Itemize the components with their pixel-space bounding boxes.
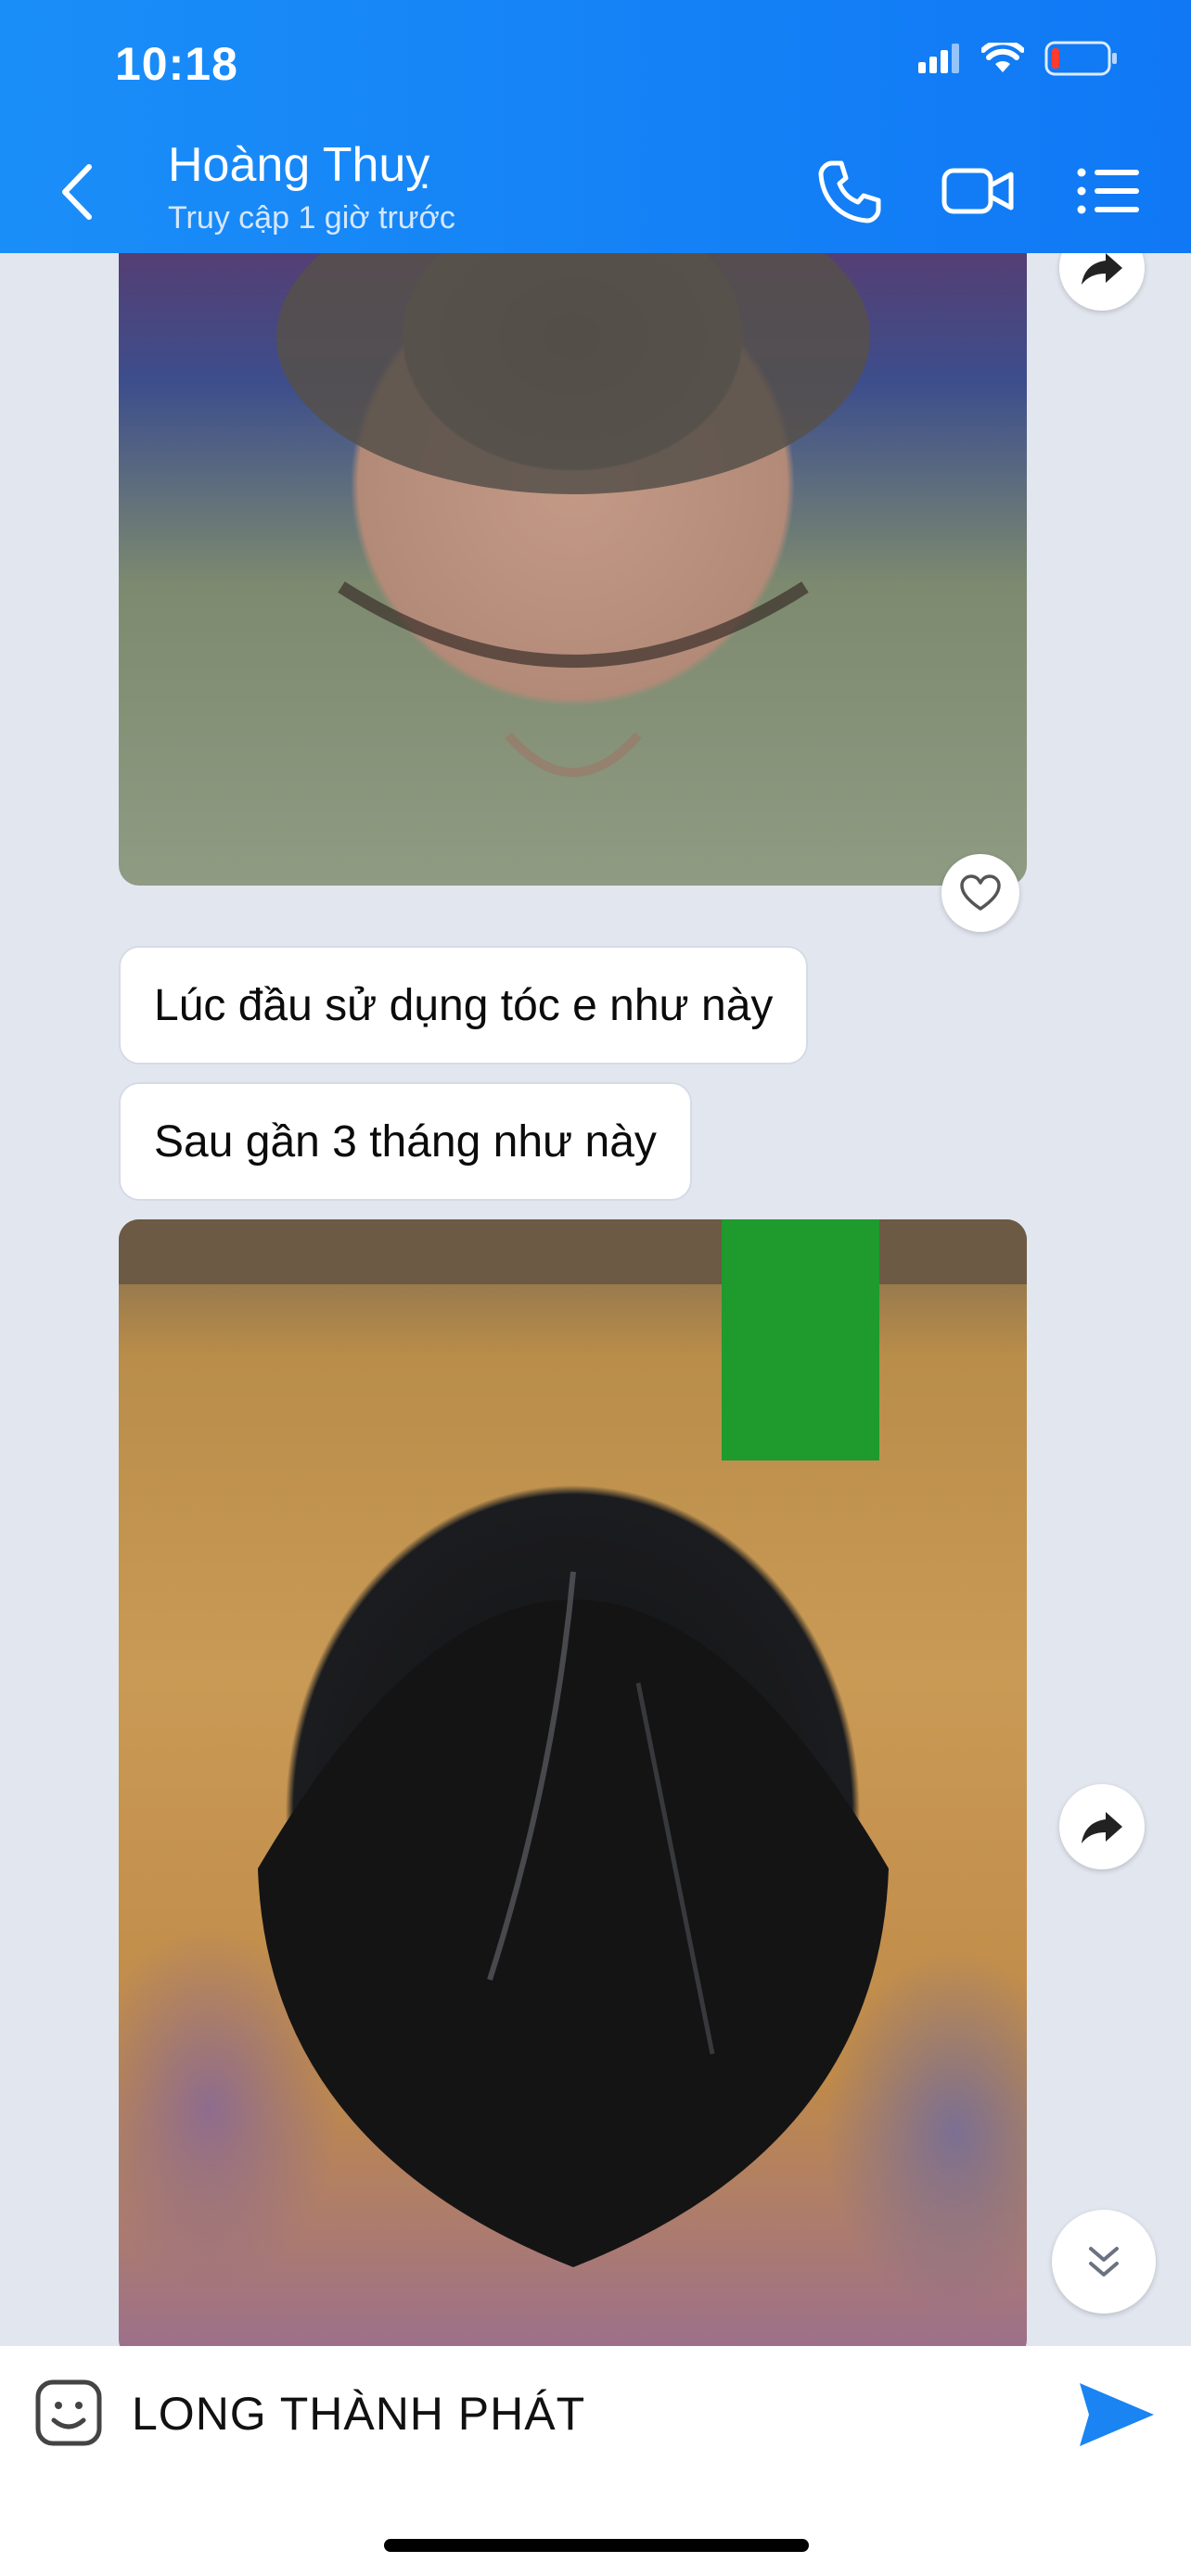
double-chevron-down-icon [1089,2247,1119,2276]
message-text-1: Lúc đầu sử dụng tóc e như này [154,980,774,1030]
message-text-2: Sau gần 3 tháng như này [154,1116,657,1167]
share-button-1[interactable] [1059,253,1145,311]
battery-low-icon [1044,41,1117,76]
react-heart-button[interactable] [941,854,1019,932]
photo-before-illustration [276,253,870,777]
scroll-to-bottom-button[interactable] [1052,2210,1156,2314]
share-icon [1082,1812,1122,1843]
chat-header: 10:18 Hoàng Thuỵ Truy cập 1 giờ trước [0,0,1191,253]
message-text-bubble-1[interactable]: Lúc đầu sử dụng tóc e như này [119,946,809,1065]
message-text-bubble-2[interactable]: Sau gần 3 tháng như này [119,1082,692,1201]
status-time: 10:18 [115,38,238,90]
cellular-signal-icon [918,44,959,73]
heart-icon [960,874,1001,911]
message-photo-after[interactable] [119,1219,1027,2346]
share-button-2[interactable] [1059,1784,1145,1869]
contact-name[interactable]: Hoàng Thuỵ [168,137,429,193]
chat-message-list[interactable]: Lúc đầu sử dụng tóc e như này Sau gần 3 … [0,253,1191,2346]
phone-call-icon[interactable] [812,154,886,228]
video-call-icon[interactable] [941,154,1015,228]
send-icon[interactable] [1076,2379,1158,2450]
home-indicator[interactable] [384,2539,809,2552]
sticker-emoji-icon[interactable] [33,2378,104,2448]
back-arrow-icon[interactable] [54,159,100,224]
share-icon [1082,253,1122,285]
status-icons [918,41,1119,76]
menu-list-icon[interactable] [1072,154,1146,228]
wifi-icon [981,43,1024,72]
message-photo-before[interactable] [119,253,1027,886]
photo-after-illustration [119,1219,1027,2267]
contact-last-seen: Truy cập 1 giờ trước [168,200,455,236]
message-input[interactable]: LONG THÀNH PHÁT [132,2387,585,2441]
